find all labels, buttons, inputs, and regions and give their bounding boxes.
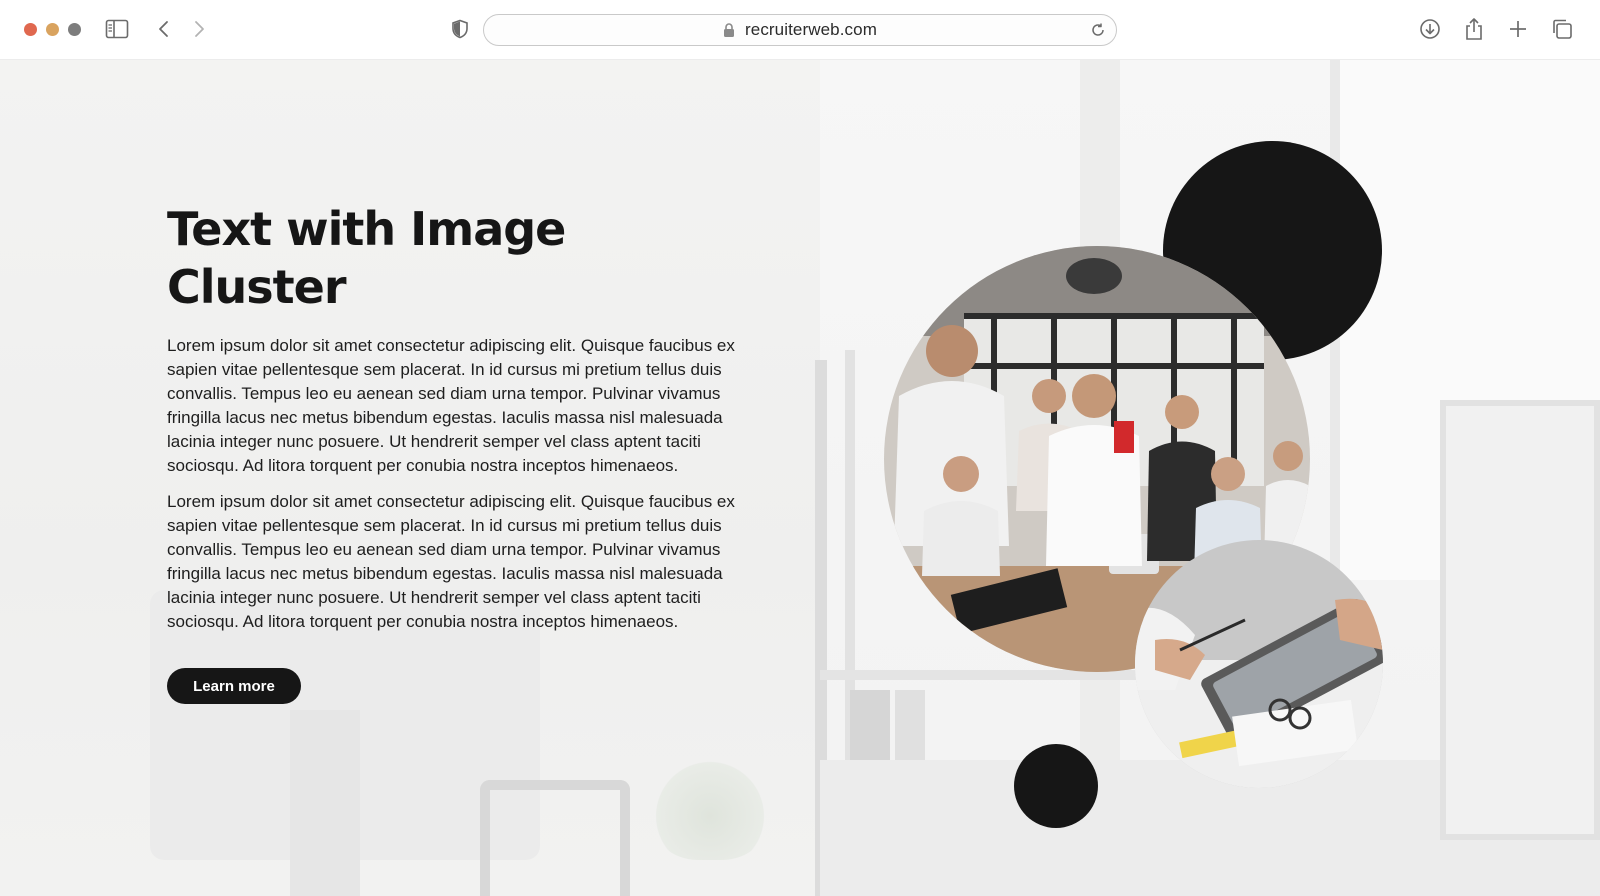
learn-more-button[interactable]: Learn more <box>167 668 301 704</box>
chevron-right-icon[interactable] <box>185 15 213 43</box>
chevron-left-icon[interactable] <box>150 15 178 43</box>
address-url: recruiterweb.com <box>745 20 877 39</box>
share-icon[interactable] <box>1460 15 1488 43</box>
lock-icon <box>723 22 735 38</box>
page-viewport: Text with Image Cluster Lorem ipsum dolo… <box>0 60 1600 896</box>
body-paragraph-2: Lorem ipsum dolor sit amet consectetur a… <box>167 492 735 631</box>
minimize-window-button[interactable] <box>46 23 59 36</box>
browser-toolbar: recruiterweb.com <box>0 0 1600 60</box>
background-chair <box>480 780 630 896</box>
background-whiteboard <box>1440 400 1600 840</box>
hero-content: Text with Image Cluster Lorem ipsum dolo… <box>167 200 747 704</box>
reload-icon[interactable] <box>1088 20 1108 40</box>
zoom-window-button[interactable] <box>68 23 81 36</box>
background-shelf-board <box>820 670 1180 680</box>
close-window-button[interactable] <box>24 23 37 36</box>
plus-icon[interactable] <box>1504 15 1532 43</box>
background-plant <box>650 750 770 860</box>
body-paragraph-1: Lorem ipsum dolor sit amet consectetur a… <box>167 336 735 475</box>
browser-window: recruiterweb.com Text with Image Cluster… <box>0 0 1600 896</box>
sidebar-icon[interactable] <box>103 15 131 43</box>
download-icon[interactable] <box>1416 15 1444 43</box>
address-bar[interactable]: recruiterweb.com <box>483 14 1117 46</box>
background-monitor-stand <box>290 710 360 896</box>
tabs-overview-icon[interactable] <box>1548 15 1576 43</box>
shield-icon[interactable] <box>446 15 474 43</box>
page-title: Text with Image Cluster <box>167 202 566 314</box>
